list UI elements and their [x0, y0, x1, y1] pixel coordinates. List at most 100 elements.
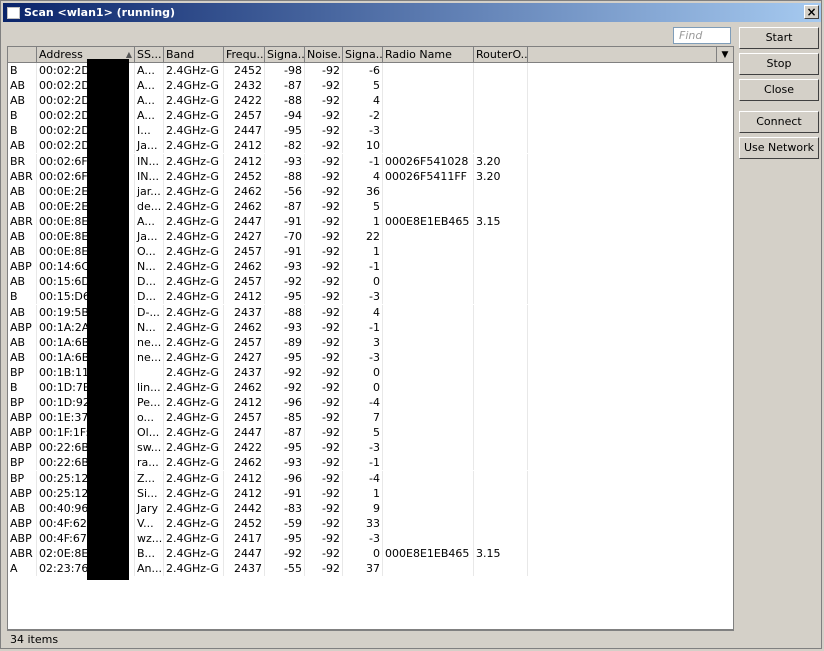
cell-radio-name	[383, 379, 474, 395]
cell-ssid: de...	[135, 198, 164, 214]
cell-radio-name	[383, 63, 474, 78]
cell-noise-floor: -92	[305, 123, 343, 139]
cell-band: 2.4GHz-G	[164, 349, 224, 365]
cell-radio-name	[383, 364, 474, 380]
cell-flags: AB	[8, 334, 37, 350]
column-header-routeros-version[interactable]: RouterO...	[474, 47, 528, 63]
cell-frequency: 2457	[224, 334, 265, 350]
cell-signal-strength: -95	[265, 440, 305, 456]
cell-band: 2.4GHz-G	[164, 274, 224, 290]
cell-ssid: sw...	[135, 440, 164, 456]
cell-signal-to-noise: -2	[343, 108, 383, 124]
cell-signal-strength: -55	[265, 561, 305, 577]
cell-band: 2.4GHz-G	[164, 455, 224, 471]
cell-band: 2.4GHz-G	[164, 123, 224, 139]
cell-signal-strength: -87	[265, 78, 305, 94]
cell-signal-to-noise: -3	[343, 530, 383, 546]
cell-noise-floor: -92	[305, 470, 343, 486]
cell-routeros-version	[474, 63, 528, 78]
cell-signal-strength: -93	[265, 455, 305, 471]
cell-radio-name	[383, 319, 474, 335]
cell-noise-floor: -92	[305, 183, 343, 199]
cell-band: 2.4GHz-G	[164, 198, 224, 214]
cell-signal-to-noise: 9	[343, 500, 383, 516]
close-button[interactable]: Close	[739, 79, 819, 101]
column-header-filler	[528, 47, 717, 63]
cell-noise-floor: -92	[305, 229, 343, 245]
cell-signal-strength: -70	[265, 229, 305, 245]
cell-band: 2.4GHz-G	[164, 425, 224, 441]
cell-noise-floor: -92	[305, 440, 343, 456]
cell-routeros-version	[474, 440, 528, 456]
cell-routeros-version	[474, 274, 528, 290]
cell-band: 2.4GHz-G	[164, 334, 224, 350]
cell-signal-to-noise: -4	[343, 470, 383, 486]
cell-radio-name	[383, 183, 474, 199]
cell-radio-name: 00026F5411FF	[383, 168, 474, 184]
cell-noise-floor: -92	[305, 395, 343, 411]
cell-frequency: 2452	[224, 63, 265, 78]
start-button[interactable]: Start	[739, 27, 819, 49]
close-icon[interactable]: ×	[804, 5, 819, 19]
cell-flags: ABR	[8, 168, 37, 184]
column-header-radio-name[interactable]: Radio Name	[383, 47, 474, 63]
column-header-ssid[interactable]: SS...	[135, 47, 164, 63]
cell-signal-strength: -95	[265, 123, 305, 139]
cell-flags: BP	[8, 455, 37, 471]
column-header-signal-to-noise[interactable]: Signa...	[343, 47, 383, 63]
cell-noise-floor: -92	[305, 78, 343, 94]
column-header-flags[interactable]	[8, 47, 37, 63]
cell-signal-to-noise: -4	[343, 395, 383, 411]
cell-flags: B	[8, 289, 37, 305]
column-chooser-icon[interactable]: ▼	[717, 47, 733, 63]
column-header-noise-floor[interactable]: Noise...	[305, 47, 343, 63]
cell-routeros-version	[474, 530, 528, 546]
column-header-signal-strength[interactable]: Signa...	[265, 47, 305, 63]
title-bar[interactable]: Scan <wlan1> (running) ×	[3, 3, 821, 22]
cell-frequency: 2412	[224, 138, 265, 154]
cell-radio-name	[383, 470, 474, 486]
cell-radio-name	[383, 395, 474, 411]
cell-noise-floor: -92	[305, 379, 343, 395]
cell-band: 2.4GHz-G	[164, 546, 224, 561]
cell-signal-to-noise: 33	[343, 515, 383, 531]
cell-radio-name	[383, 485, 474, 501]
cell-frequency: 2452	[224, 515, 265, 531]
cell-signal-to-noise: 5	[343, 425, 383, 441]
cell-ssid: A...	[135, 78, 164, 94]
cell-radio-name	[383, 425, 474, 441]
cell-ssid: A...	[135, 108, 164, 124]
cell-flags: ABP	[8, 440, 37, 456]
cell-ssid: N...	[135, 319, 164, 335]
cell-signal-strength: -91	[265, 485, 305, 501]
cell-signal-strength: -85	[265, 410, 305, 426]
cell-band: 2.4GHz-G	[164, 410, 224, 426]
cell-signal-strength: -93	[265, 319, 305, 335]
cell-signal-strength: -98	[265, 63, 305, 78]
cell-signal-strength: -93	[265, 259, 305, 275]
cell-noise-floor: -92	[305, 274, 343, 290]
window-title: Scan <wlan1> (running)	[24, 6, 176, 19]
column-header-frequency[interactable]: Frequ...	[224, 47, 265, 63]
connect-button[interactable]: Connect	[739, 111, 819, 133]
cell-radio-name	[383, 259, 474, 275]
cell-routeros-version	[474, 304, 528, 320]
cell-noise-floor: -92	[305, 515, 343, 531]
cell-flags: AB	[8, 274, 37, 290]
cell-routeros-version	[474, 455, 528, 471]
stop-button[interactable]: Stop	[739, 53, 819, 75]
find-input[interactable]: Find	[673, 27, 731, 44]
cell-signal-to-noise: 0	[343, 379, 383, 395]
cell-noise-floor: -92	[305, 259, 343, 275]
cell-signal-to-noise: 5	[343, 198, 383, 214]
use-network-button[interactable]: Use Network	[739, 137, 819, 159]
column-header-band[interactable]: Band	[164, 47, 224, 63]
cell-flags: AB	[8, 198, 37, 214]
cell-flags: B	[8, 108, 37, 124]
cell-ssid: Pe...	[135, 395, 164, 411]
cell-noise-floor: -92	[305, 63, 343, 78]
cell-radio-name	[383, 229, 474, 245]
cell-ssid: V...	[135, 515, 164, 531]
cell-flags: AB	[8, 78, 37, 94]
cell-noise-floor: -92	[305, 198, 343, 214]
